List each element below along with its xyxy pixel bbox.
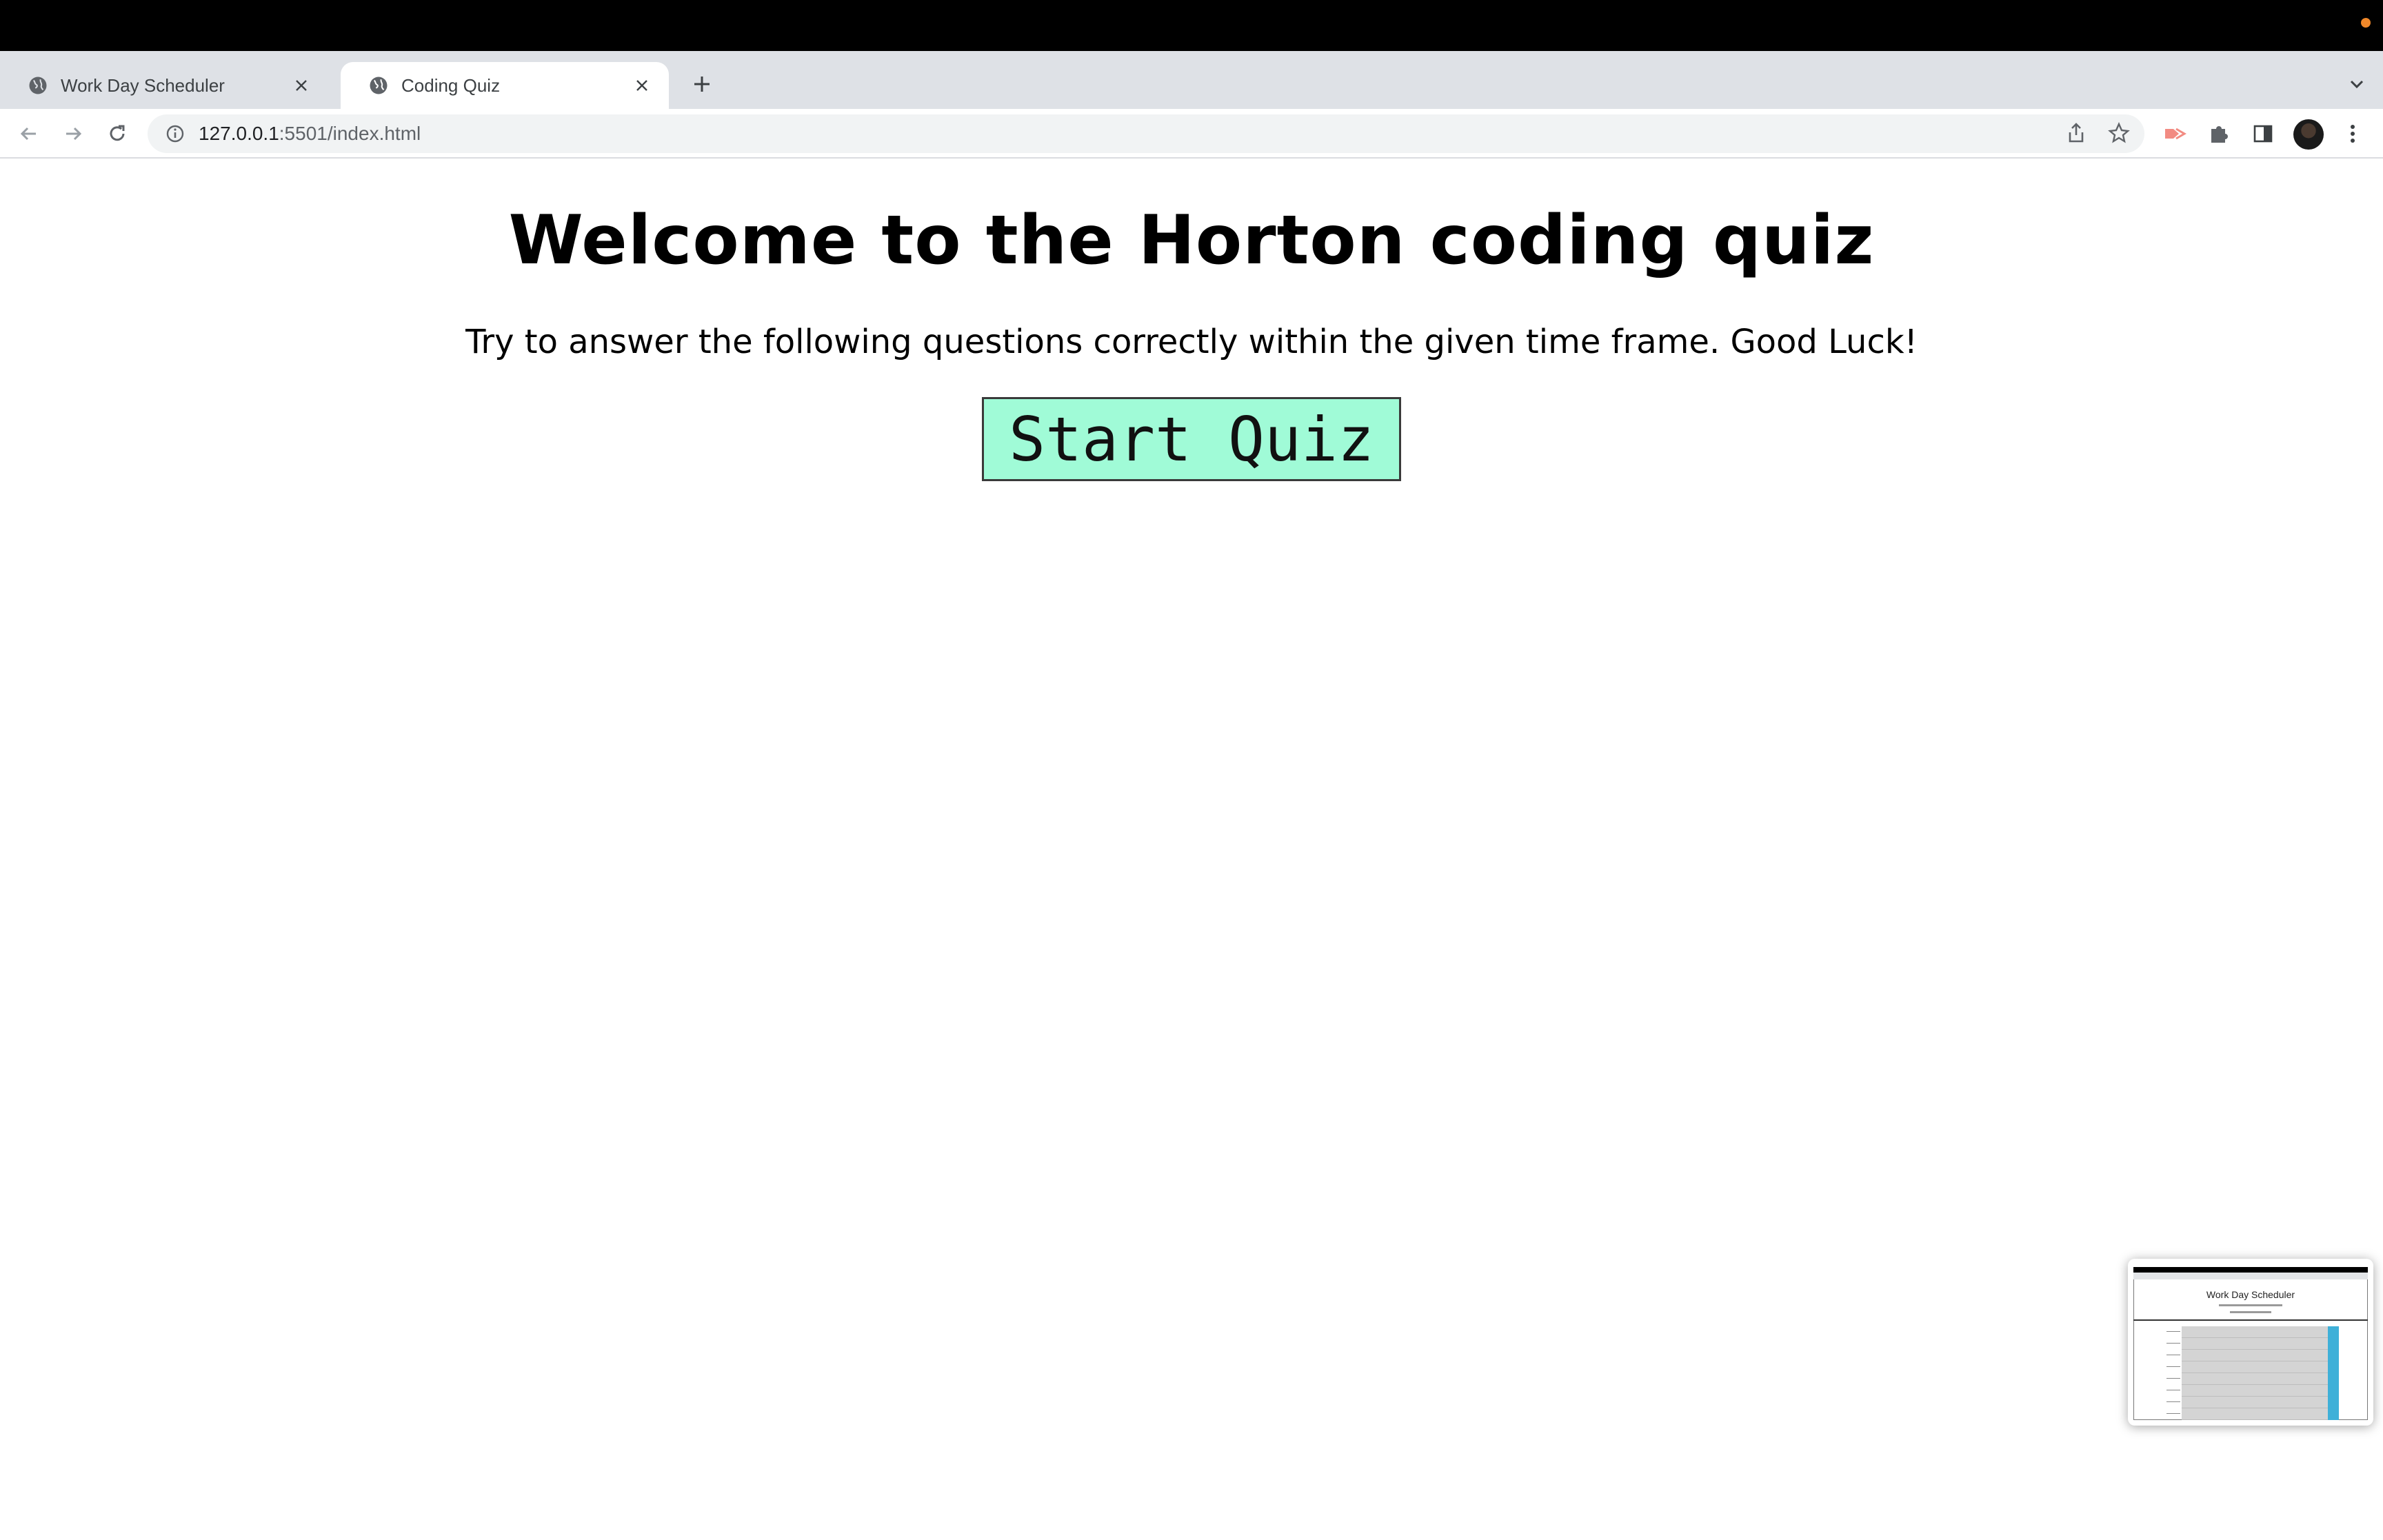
- reload-button[interactable]: [103, 120, 131, 148]
- tab-coding-quiz[interactable]: Coding Quiz: [341, 62, 669, 109]
- reload-icon: [110, 125, 125, 141]
- status-dot: [2361, 18, 2371, 28]
- tab-label: Work Day Scheduler: [61, 74, 225, 96]
- address-bar[interactable]: 127.0.0.1:5501/index.html: [148, 114, 2144, 153]
- puzzle-icon[interactable]: [2205, 120, 2233, 148]
- page-content: Welcome to the Horton coding quiz Try to…: [0, 160, 2383, 1540]
- page-subtitle: Try to answer the following questions co…: [465, 323, 1918, 361]
- star-icon[interactable]: [2107, 121, 2131, 145]
- tab-strip: Work Day Scheduler Coding Quiz: [0, 51, 2383, 109]
- thumbnail-tab-strip: [2133, 1273, 2368, 1279]
- thumbnail-save-column: [2328, 1326, 2339, 1420]
- globe-icon: [370, 77, 388, 94]
- back-button[interactable]: [15, 120, 43, 148]
- thumbnail-menu-bar: [2133, 1267, 2368, 1273]
- screenshot-thumbnail[interactable]: Work Day Scheduler: [2128, 1259, 2373, 1426]
- browser-toolbar: 127.0.0.1:5501/index.html: [0, 109, 2383, 159]
- close-icon[interactable]: [632, 75, 652, 96]
- thumbnail-text-line: [2230, 1311, 2271, 1313]
- page-title: Welcome to the Horton coding quiz: [508, 201, 1875, 280]
- url-text: 127.0.0.1:5501/index.html: [199, 123, 421, 144]
- tab-label: Coding Quiz: [401, 74, 501, 96]
- chevron-down-icon: [2350, 80, 2364, 89]
- thumbnail-title: Work Day Scheduler: [2206, 1289, 2295, 1300]
- forward-button[interactable]: [59, 120, 87, 148]
- start-quiz-button[interactable]: Start Quiz: [982, 397, 1401, 481]
- plus-icon: [694, 77, 710, 92]
- arrow-right-icon: [66, 127, 82, 141]
- globe-icon: [29, 77, 47, 94]
- thumbnail-text-line: [2219, 1304, 2282, 1306]
- tab-search-button[interactable]: [2344, 72, 2369, 97]
- more-icon[interactable]: [2339, 120, 2366, 148]
- tab-work-day-scheduler[interactable]: Work Day Scheduler: [0, 62, 328, 109]
- thumbnail-time-blocks: [2182, 1326, 2328, 1420]
- extension-red-icon[interactable]: [2161, 120, 2189, 148]
- info-icon[interactable]: [165, 124, 185, 143]
- os-menu-bar: [0, 0, 2383, 51]
- new-tab-button[interactable]: [688, 70, 716, 98]
- avatar[interactable]: [2293, 119, 2324, 150]
- thumbnail-divider: [2133, 1319, 2368, 1321]
- side-panel-icon[interactable]: [2249, 120, 2277, 148]
- thumbnail-hour-labels: [2166, 1326, 2180, 1420]
- close-icon[interactable]: [291, 75, 312, 96]
- arrow-left-icon: [20, 127, 36, 141]
- share-icon[interactable]: [2066, 121, 2087, 145]
